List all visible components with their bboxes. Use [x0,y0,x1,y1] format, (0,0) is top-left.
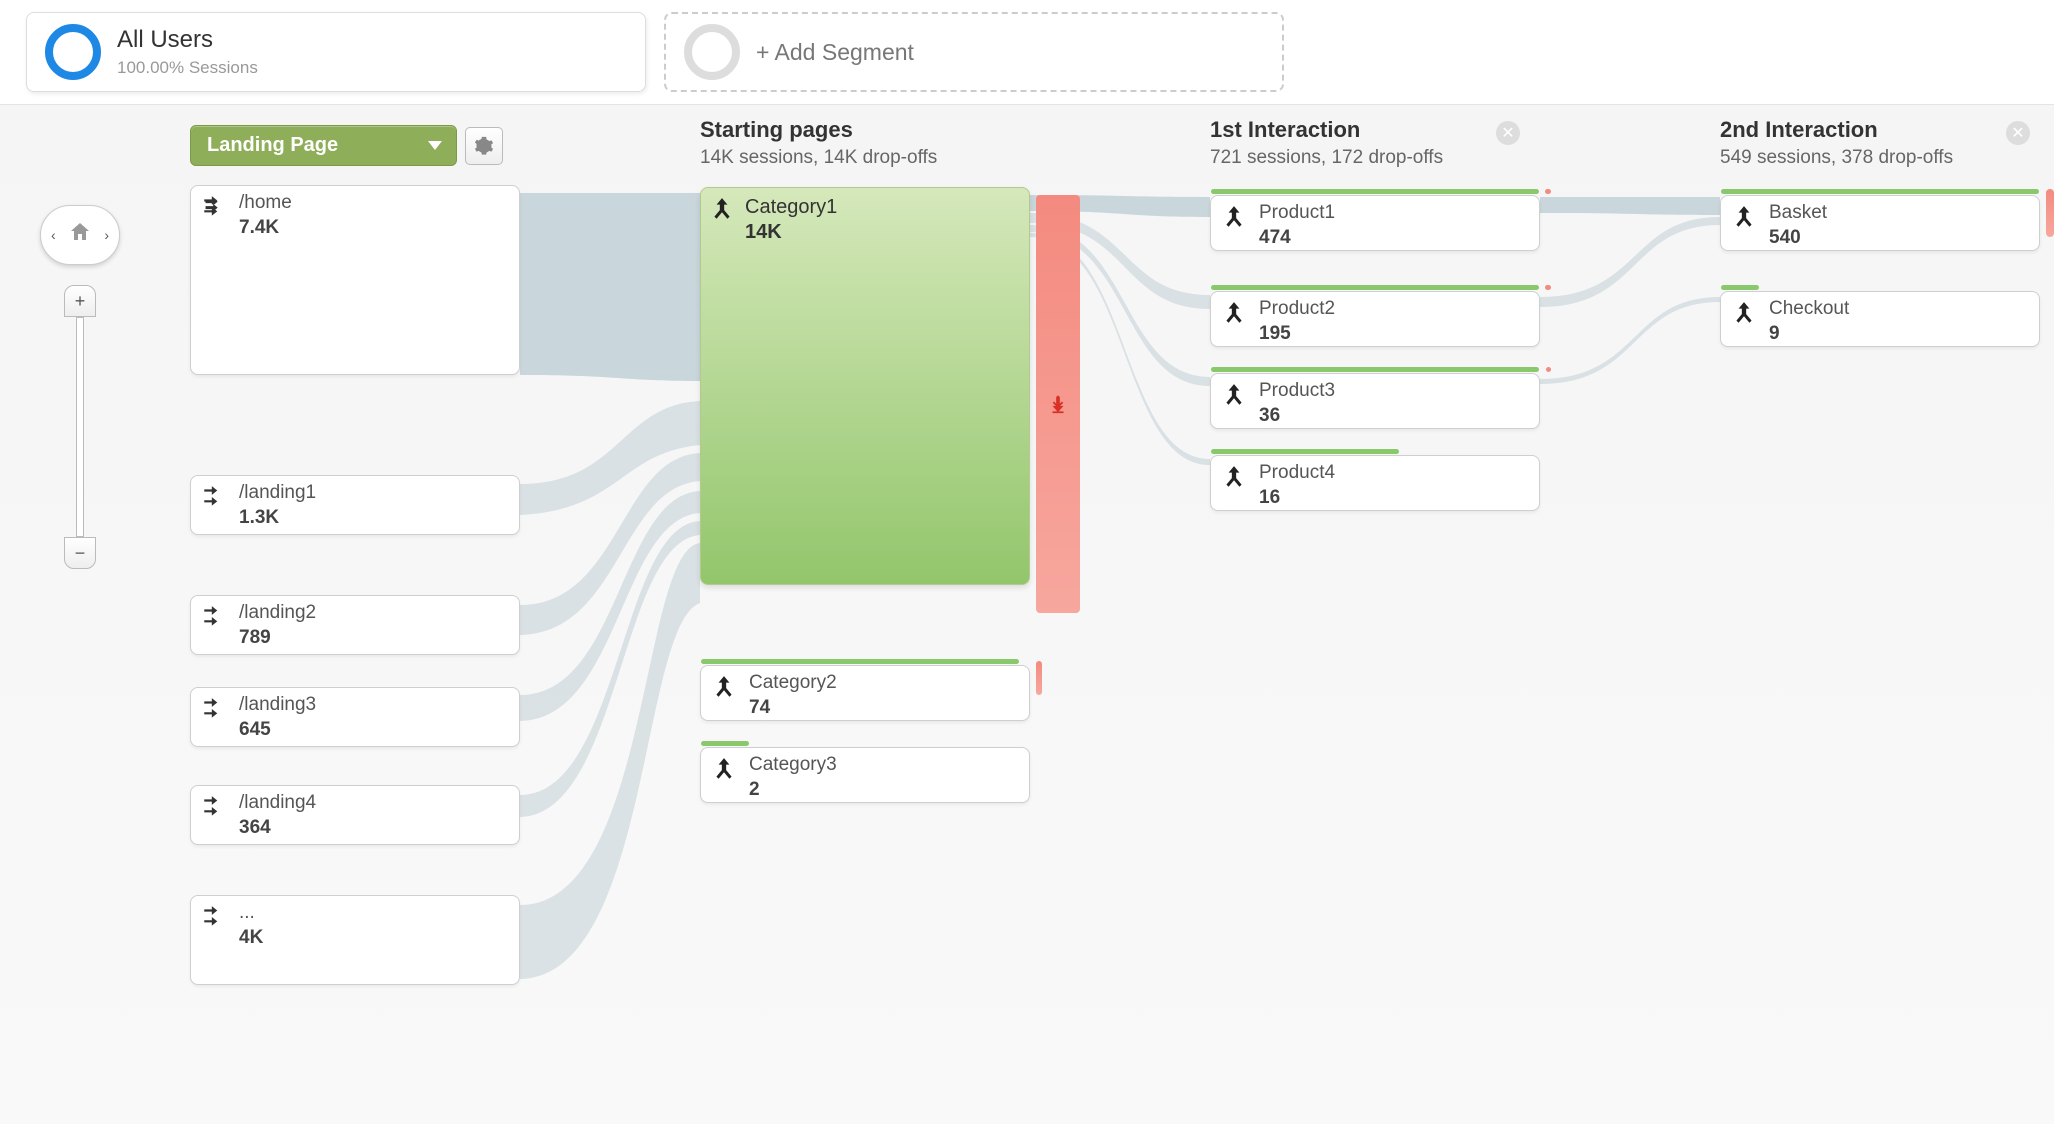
node-value: 9 [1769,323,1849,345]
node-value: 645 [239,719,316,741]
node-value: 14K [745,221,837,244]
dropoff-bar[interactable] [1036,195,1080,613]
zoom-slider[interactable]: + − [64,285,96,569]
merge-icon [709,672,739,700]
enter-icon [199,694,229,722]
remove-column-button[interactable]: ✕ [1496,121,1520,145]
node-label: Product3 [1259,380,1335,403]
enter-icon [199,482,229,510]
node-value: 195 [1259,323,1335,345]
flow-node[interactable]: Category32 [700,747,1030,803]
flow-node[interactable]: /home 7.4K [190,185,520,375]
merge-icon [1219,380,1249,408]
canvas-controls: ‹ › + − [40,205,120,569]
node-value: 16 [1259,487,1335,509]
merge-icon [1219,202,1249,230]
node-value: 789 [239,627,316,649]
node-label: Product4 [1259,462,1335,485]
segment-title: All Users [117,26,258,54]
node-label: /landing2 [239,602,316,625]
column-header-1st: 1st Interaction 721 sessions, 172 drop-o… [1210,117,1510,169]
node-value: 74 [749,697,837,719]
column-subtitle: 549 sessions, 378 drop-offs [1720,147,2020,169]
node-value: 2 [749,779,837,801]
node-label: /home [239,192,292,215]
node-value: 474 [1259,227,1335,249]
node-label: ... [239,902,263,925]
flow-node[interactable]: Product2195 [1210,291,1540,347]
remove-column-button[interactable]: ✕ [2006,121,2030,145]
node-value: 1.3K [239,507,316,529]
flow-canvas[interactable]: ‹ › + − Landing Page [0,104,2054,1124]
column-subtitle: 721 sessions, 172 drop-offs [1210,147,1510,169]
home-icon[interactable] [68,220,92,250]
enter-icon [199,602,229,630]
merge-icon [709,196,735,225]
flow-node[interactable]: Product416 [1210,455,1540,511]
flow-node[interactable]: Product1474 [1210,195,1540,251]
segment-all-users[interactable]: All Users 100.00% Sessions [26,12,646,92]
node-label: /landing4 [239,792,316,815]
settings-button[interactable] [465,127,503,165]
node-label: Category1 [745,196,837,219]
merge-icon [1219,462,1249,490]
dropoff-bar[interactable] [1036,661,1042,695]
enter-icon [199,902,229,930]
flow-node[interactable]: Basket540 [1720,195,2040,251]
node-label: Category2 [749,672,837,695]
dimension-dropdown[interactable]: Landing Page [190,125,457,166]
node-label: /landing3 [239,694,316,717]
node-value: 364 [239,817,316,839]
add-segment-label: + Add Segment [756,39,914,66]
gear-icon [474,136,494,156]
segment-subtitle: 100.00% Sessions [117,58,258,78]
chevron-down-icon [428,141,442,150]
flow-node[interactable]: /landing4364 [190,785,520,845]
flow-node[interactable]: Category1 14K [700,187,1030,585]
merge-icon [1729,202,1759,230]
zoom-track[interactable] [76,317,84,537]
node-value: 4K [239,927,263,949]
column-header-2nd: 2nd Interaction 549 sessions, 378 drop-o… [1720,117,2020,169]
home-nav-pill[interactable]: ‹ › [40,205,120,265]
dropoff-bar[interactable] [2046,189,2054,237]
node-value: 7.4K [239,217,292,239]
column-title: 2nd Interaction [1720,117,2020,143]
flow-node[interactable]: /landing3645 [190,687,520,747]
flow-node[interactable]: Product336 [1210,373,1540,429]
dropoff-arrow-icon [1047,390,1069,418]
zoom-in-button[interactable]: + [64,285,96,317]
merge-icon [1219,298,1249,326]
column-header-starting: Starting pages 14K sessions, 14K drop-of… [700,117,1020,169]
dimension-label: Landing Page [207,134,338,157]
node-label: Basket [1769,202,1827,225]
node-value: 36 [1259,405,1335,427]
chevron-right-icon[interactable]: › [104,227,109,243]
segment-ring-icon [684,24,740,80]
merge-icon [1729,298,1759,326]
flow-node[interactable]: Checkout9 [1720,291,2040,347]
chevron-left-icon[interactable]: ‹ [51,227,56,243]
segment-ring-icon [45,24,101,80]
node-value: 540 [1769,227,1827,249]
flow-node[interactable]: /landing2789 [190,595,520,655]
node-label: Product2 [1259,298,1335,321]
enter-icon [199,192,229,220]
flow-node[interactable]: /landing11.3K [190,475,520,535]
add-segment-button[interactable]: + Add Segment [664,12,1284,92]
column-title: Starting pages [700,117,1020,143]
node-label: Product1 [1259,202,1335,225]
enter-icon [199,792,229,820]
node-label: Checkout [1769,298,1849,321]
merge-icon [709,754,739,782]
flow-node[interactable]: ...4K [190,895,520,985]
node-label: Category3 [749,754,837,777]
column-subtitle: 14K sessions, 14K drop-offs [700,147,1020,169]
column-title: 1st Interaction [1210,117,1510,143]
flow-node[interactable]: Category274 [700,665,1030,721]
node-label: /landing1 [239,482,316,505]
zoom-out-button[interactable]: − [64,537,96,569]
